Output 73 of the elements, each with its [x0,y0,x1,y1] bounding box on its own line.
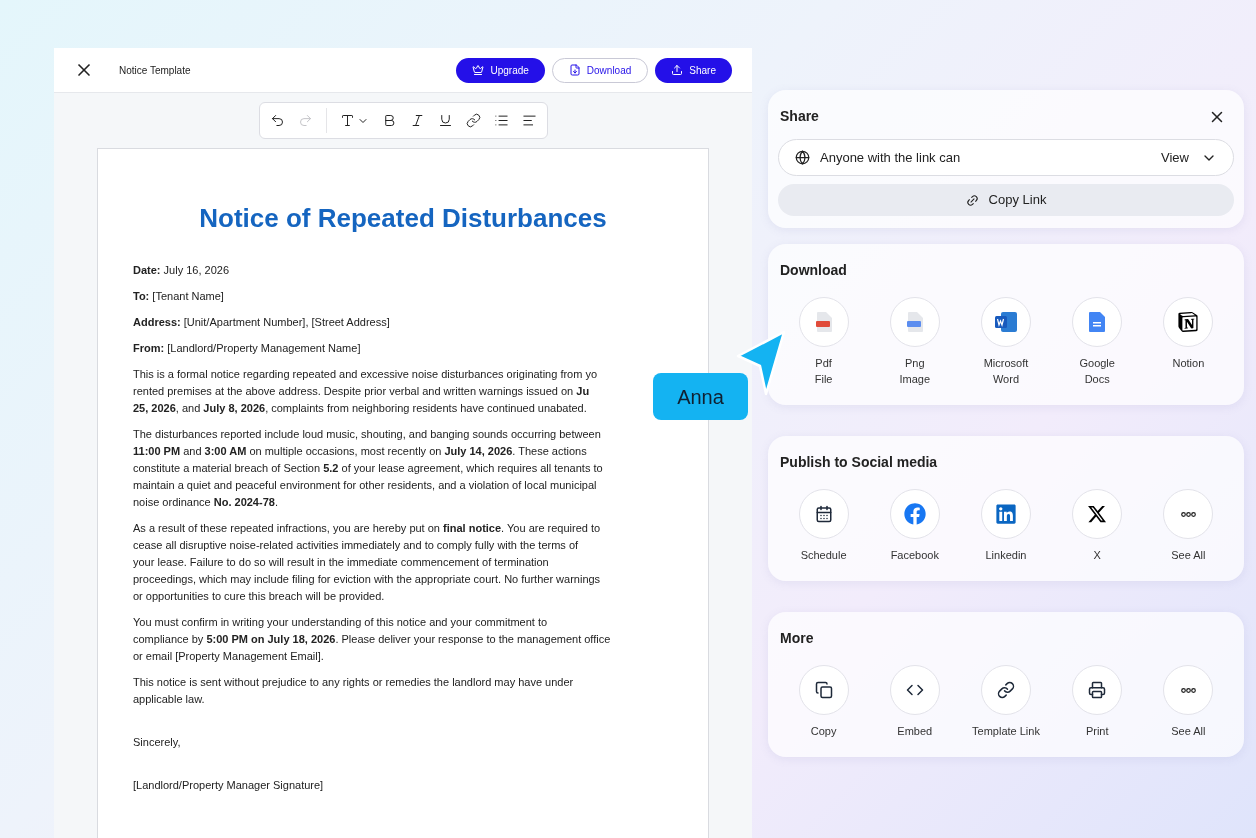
notion-icon [1178,312,1199,332]
link-icon [997,681,1015,699]
section-title: Publish to Social media [779,453,939,472]
document-field: To: [Tenant Name] [133,288,673,305]
option-label: See All [1171,548,1206,563]
italic-button[interactable] [409,113,425,128]
more-icon [1180,687,1196,693]
section-title: Download [779,261,848,280]
option-label: Template Link [972,724,1040,739]
document-paragraph: This notice is sent without prejudice to any rights or remedies the landlord may have under applicable law. [133,675,575,707]
access-label: Anyone with the link can [820,148,961,167]
share-option-button[interactable] [1072,665,1123,715]
link-access-dropdown[interactable]: Anyone with the link can View [778,139,1234,176]
download-button[interactable]: Download [551,57,649,83]
cursor-name-tag: Anna [653,373,748,420]
link-button[interactable] [465,113,481,128]
document-name: Notice Template [119,63,191,78]
document-paragraph: This is a formal notice regarding repeated and excessive noise disturbances originating from yo rented premises at the above address. Despite prior verbal and written warnings issued on Ju 25, 2026, and July 8, 2026, complaints from neighboring residents have continued unabated. [133,367,599,416]
document-field: Address: [Unit/Apartment Number], [Street Address] [133,314,673,331]
closing-line: Sincerely, [133,735,182,750]
signature-line: [Landlord/Property Manager Signature] [133,778,325,793]
share-button[interactable]: Share [655,57,732,83]
option-label: Embed [897,724,933,739]
document-title: Notice of Repeated Disturbances [198,202,608,235]
printer-icon [1088,681,1107,699]
document-field: Date: July 16, 2026 [133,262,673,279]
section-title: More [779,629,815,648]
align-left-button[interactable] [521,113,537,128]
more-icon [1180,511,1196,517]
calendar-icon [814,505,833,523]
share-option-button[interactable] [798,665,849,715]
crown-icon [472,64,485,76]
underline-button[interactable] [437,113,453,128]
facebook-icon [903,503,926,525]
document-paragraph: As a result of these repeated infractions, you are hereby put on final notice. You are required to cease all disruptive noise-related activities immediately and to comply fully with the terms of your lease. Failure to do so will result in the immediate commencement of termination proceedings, which may include filing for eviction with the appropriate court. No further warnings or opportunities to cure this breach will be provided. [133,521,602,604]
document-icon [1089,312,1106,332]
bullet-list-button[interactable] [493,113,509,128]
option-label: Notion [1172,356,1205,371]
option-label: Copy [810,724,837,739]
linkedin-icon [995,503,1017,525]
copy-icon [814,681,833,699]
share-option-button[interactable] [981,297,1031,347]
option-label: Png Image [899,356,931,387]
option-label: Facebook [890,548,939,563]
image-file-icon [906,312,923,332]
text-style-button[interactable] [339,113,369,128]
option-label: Print [1085,724,1109,739]
document-field: From: [Landlord/Property Management Name] [133,340,673,357]
globe-icon [795,150,810,165]
share-option-button[interactable] [981,665,1031,715]
copy-link-button[interactable]: Copy Link [778,184,1234,216]
share-option-button[interactable] [1163,297,1214,347]
undo-button[interactable] [269,113,285,128]
share-option-button[interactable] [798,489,849,539]
pdf-file-icon [815,312,832,332]
option-label: Google Docs [1079,356,1115,387]
option-label: Microsoft Word [983,356,1029,387]
document-paragraph: The disturbances reported include loud music, shouting, and banging sounds occurring between 11:00 PM and 3:00 AM on multiple occasions, most recently on July 14, 2026. These actions constitute a material breach of Section 5.2 of your lease agreement, which requires all tenants to maintain a quiet and peaceful environment for other residents, and a violation of local municipal noise ordinance No. 2024-78. [133,427,604,510]
share-option-button[interactable] [1072,489,1123,539]
option-label: X [1093,548,1101,563]
word-document-icon [995,312,1017,332]
permission-label: View [1161,148,1189,167]
option-label: See All [1171,724,1206,739]
file-download-icon [568,64,581,76]
option-label: Linkedin [985,548,1027,563]
document-paragraph: You must confirm in writing your understanding of this notice and your commitment to compliance by 5:00 PM on July 18, 2026. Please deliver your response to the management office or email [Property Management Email]. [133,615,612,664]
option-label: Schedule [800,548,847,563]
upgrade-button[interactable]: Upgrade [456,57,545,83]
share-title: Share [780,107,819,126]
option-label: Pdf File [814,356,833,387]
upload-icon [671,64,684,76]
text-style-icon [339,113,355,128]
x-icon [1087,504,1108,524]
